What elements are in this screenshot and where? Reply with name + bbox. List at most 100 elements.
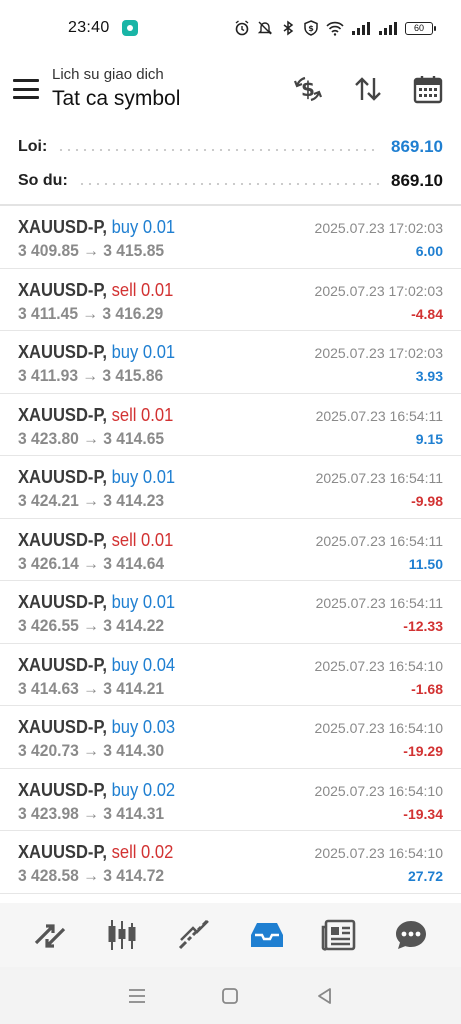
news-icon [321, 919, 356, 951]
alarm-icon [235, 20, 249, 36]
menu-lines-icon [128, 988, 145, 1003]
deal-profit: 3.93 [415, 368, 443, 384]
deal-row[interactable]: XAUUSD-P, sell 0.02 3 428.58 → 3 414.72 20… [0, 831, 461, 894]
deal-prices: 3 428.58 → 3 414.72 [18, 866, 165, 885]
deal-type: buy [111, 467, 139, 487]
deal-prices: 3 414.63 → 3 414.21 [18, 678, 165, 698]
bluetooth-icon [283, 20, 294, 36]
deal-type: buy [111, 592, 139, 612]
home-button[interactable] [216, 982, 244, 1010]
deal-symbol-line: XAUUSD-P, buy 0.01 [18, 217, 175, 238]
deal-type: buy [111, 342, 139, 362]
deal-prices: 3 423.80 → 3 414.65 [18, 428, 165, 448]
recent-apps-button[interactable] [123, 982, 151, 1010]
tab-news[interactable] [319, 915, 359, 955]
deal-symbol-line: XAUUSD-P, buy 0.01 [18, 467, 175, 488]
tab-trade[interactable] [174, 915, 214, 955]
deal-volume: 0.04 [142, 654, 176, 675]
page-title[interactable]: Tat ca symbol [52, 85, 180, 113]
deal-symbol: XAUUSD-P, [18, 717, 107, 737]
deal-type: sell [111, 404, 137, 425]
deal-volume: 0.01 [141, 279, 174, 300]
deal-row[interactable]: XAUUSD-P, sell 0.01 3 411.45 → 3 416.29 20… [0, 269, 461, 331]
deal-row[interactable]: XAUUSD-P, buy 0.01 3 426.55 → 3 414.22 202… [0, 581, 461, 644]
deal-type: sell [111, 529, 137, 550]
deal-symbol-line: XAUUSD-P, sell 0.01 [18, 530, 173, 551]
signal-icon [352, 22, 370, 35]
deal-row[interactable]: XAUUSD-P, buy 0.03 3 420.73 → 3 414.30 202… [0, 706, 461, 769]
deal-symbol-line: XAUUSD-P, sell 0.01 [18, 405, 173, 426]
balance-row: So du: 869.10 [0, 164, 461, 198]
chat-icon [395, 921, 426, 949]
deal-row[interactable]: XAUUSD-P, buy 0.02 3 423.98 → 3 414.31 202… [0, 769, 461, 831]
deal-time: 2025.07.23 17:02:03 [314, 282, 443, 299]
wifi-icon [326, 21, 344, 36]
deal-prices: 3 411.45 → 3 416.29 [18, 303, 164, 323]
deal-profit: -1.68 [411, 680, 443, 697]
deal-type: buy [111, 217, 139, 237]
deal-symbol: XAUUSD-P, [18, 654, 107, 675]
deal-prices: 3 420.73 → 3 414.30 [18, 741, 165, 760]
deal-profit: 6.00 [415, 243, 443, 259]
balance-value: 869.10 [391, 171, 443, 190]
deal-symbol: XAUUSD-P, [18, 592, 107, 612]
deal-row[interactable]: XAUUSD-P, buy 0.01 3 411.93 → 3 415.86 202… [0, 331, 461, 394]
deal-profit: -4.84 [411, 305, 443, 322]
deal-symbol: XAUUSD-P, [18, 342, 107, 362]
deal-type: buy [111, 717, 139, 737]
deal-symbol-line: XAUUSD-P, buy 0.03 [18, 717, 175, 738]
deal-symbol: XAUUSD-P, [18, 779, 107, 800]
deal-volume: 0.01 [142, 217, 176, 237]
sort-button[interactable] [351, 72, 385, 106]
deal-row[interactable]: XAUUSD-P, sell 0.01 3 426.14 → 3 414.64 20… [0, 519, 461, 581]
menu-icon-bar [13, 96, 39, 99]
deal-symbol: XAUUSD-P, [18, 217, 107, 237]
chart-icon [108, 920, 136, 950]
deal-type: sell [111, 842, 137, 862]
status-icons: $ 60 [234, 20, 436, 36]
signal-icon-2 [379, 22, 397, 35]
back-button[interactable] [310, 982, 338, 1010]
dotted-leader [57, 149, 379, 151]
deposit-withdraw-button[interactable]: $ [291, 72, 325, 106]
trade-icon [179, 919, 210, 950]
deal-type: buy [111, 654, 139, 675]
deal-profit: -9.98 [411, 493, 443, 509]
header-subtitle: Lich su giao dich [52, 66, 164, 83]
deal-symbol: XAUUSD-P, [18, 467, 107, 487]
menu-icon-bar [13, 87, 39, 91]
deal-volume: 0.02 [142, 779, 176, 800]
menu-icon-bar [13, 79, 39, 82]
deal-row[interactable]: XAUUSD-P, buy 0.01 3 409.85 → 3 415.85 202… [0, 206, 461, 269]
deal-profit: 11.50 [408, 555, 443, 572]
deal-row[interactable]: XAUUSD-P, buy 0.04 3 414.63 → 3 414.21 202… [0, 644, 461, 706]
account-summary: Loi: 869.10 So du: 869.10 [0, 130, 461, 198]
deal-volume: 0.01 [142, 467, 176, 487]
dollar-refresh-icon: $ [293, 76, 323, 102]
shield-icon: $ [304, 20, 318, 36]
deal-row[interactable]: XAUUSD-P, sell 0.01 3 423.80 → 3 414.65 20… [0, 394, 461, 456]
status-bar: 23:40 $ 60 [0, 0, 461, 56]
deal-volume: 0.01 [141, 529, 174, 550]
history-icon [250, 923, 283, 947]
deal-profit: 27.72 [407, 868, 443, 884]
calendar-button[interactable] [411, 72, 445, 106]
bottom-tab-bar [0, 903, 461, 967]
tab-chat[interactable] [391, 915, 431, 955]
menu-button[interactable] [13, 79, 39, 99]
deal-symbol-line: XAUUSD-P, buy 0.01 [18, 592, 175, 613]
deal-type: buy [111, 779, 139, 800]
deal-time: 2025.07.23 16:54:10 [314, 845, 443, 861]
deal-time: 2025.07.23 16:54:11 [315, 595, 443, 611]
deals-list: XAUUSD-P, buy 0.01 3 409.85 → 3 415.85 202… [0, 206, 461, 894]
deal-time: 2025.07.23 16:54:11 [315, 407, 443, 424]
svg-text:$: $ [308, 24, 314, 33]
profit-label: Loi: [18, 138, 48, 155]
tab-chart[interactable] [102, 915, 142, 955]
tab-quotes[interactable] [30, 915, 70, 955]
deal-row[interactable]: XAUUSD-P, buy 0.01 3 424.21 → 3 414.23 202… [0, 456, 461, 519]
tab-history[interactable] [247, 915, 287, 955]
app-header: Lich su giao dich Tat ca symbol $ [0, 56, 461, 122]
deal-time: 2025.07.23 16:54:10 [314, 657, 443, 674]
deal-volume: 0.01 [142, 592, 176, 612]
